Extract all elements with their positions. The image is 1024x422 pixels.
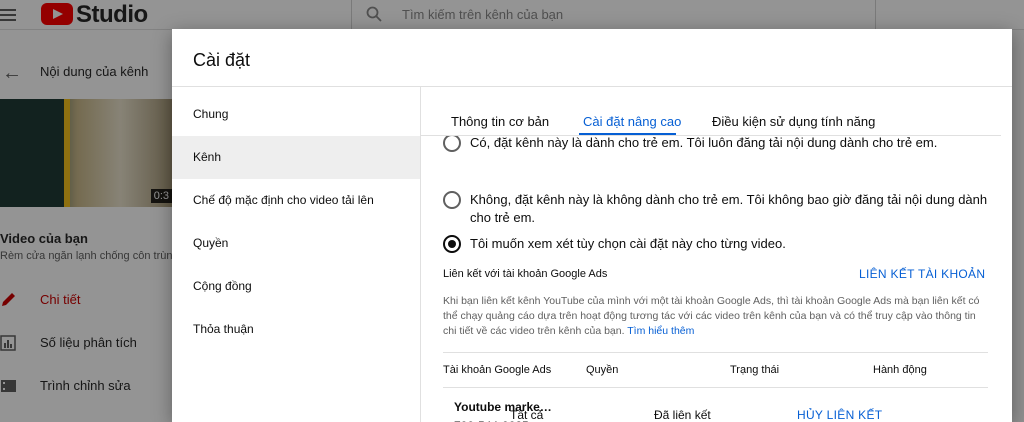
settings-dialog: Cài đặt Chung Kênh Chế độ mặc định cho v… — [172, 29, 1012, 422]
menu-item-community[interactable]: Cộng đồng — [172, 265, 420, 308]
menu-item-label: Kênh — [193, 150, 222, 164]
divider — [443, 352, 988, 353]
table-cell-status: Đã liên kết — [654, 408, 711, 422]
radio-label: Tôi muốn xem xét tùy chọn cài đặt này ch… — [470, 236, 786, 251]
table-header-permission: Quyền — [586, 364, 619, 376]
table-header-action: Hành động — [873, 364, 927, 376]
google-ads-section-title: Liên kết với tài khoản Google Ads — [443, 268, 608, 280]
menu-item-label: Chung — [193, 107, 229, 121]
tab-advanced-settings[interactable]: Cài đặt nâng cao — [583, 114, 681, 129]
table-header-status: Trạng thái — [730, 364, 780, 376]
menu-item-agreements[interactable]: Thỏa thuận — [172, 308, 420, 351]
learn-more-link[interactable]: Tìm hiểu thêm — [627, 325, 694, 337]
menu-item-upload-defaults[interactable]: Chế độ mặc định cho video tải lên — [172, 179, 420, 222]
dialog-title: Cài đặt — [193, 50, 251, 70]
table-header-account: Tài khoản Google Ads — [443, 364, 552, 376]
menu-item-label: Thỏa thuận — [193, 322, 254, 336]
radio-label: Không, đặt kênh này là không dành cho tr… — [470, 192, 988, 225]
menu-item-permissions[interactable]: Quyền — [172, 222, 420, 265]
tab-basic-info[interactable]: Thông tin cơ bản — [451, 114, 549, 129]
google-ads-description: Khi bạn liên kết kênh YouTube của mình v… — [443, 294, 988, 339]
table-cell-permission: Tất cả — [510, 408, 544, 422]
menu-item-label: Quyền — [193, 236, 229, 250]
settings-menu: Chung Kênh Chế độ mặc định cho video tải… — [172, 87, 421, 422]
tab-feature-eligibility[interactable]: Điều kiện sử dụng tính năng — [712, 114, 875, 129]
link-account-button[interactable]: LIÊN KẾT TÀI KHOẢN — [859, 267, 985, 281]
unlink-button[interactable]: HỦY LIÊN KẾT — [797, 408, 882, 422]
settings-tabs: Thông tin cơ bản Cài đặt nâng cao Điều k… — [421, 87, 1012, 135]
description-text: Khi bạn liên kết kênh YouTube của mình v… — [443, 295, 980, 337]
radio-button[interactable] — [443, 235, 461, 253]
menu-item-general[interactable]: Chung — [172, 93, 420, 136]
radio-label: Có, đặt kênh này là dành cho trẻ em. Tôi… — [470, 136, 938, 150]
menu-item-label: Chế độ mặc định cho video tải lên — [193, 193, 374, 207]
divider — [443, 387, 988, 388]
radio-button[interactable] — [443, 191, 461, 209]
menu-item-channel[interactable]: Kênh — [172, 136, 420, 179]
settings-content: Có, đặt kênh này là dành cho trẻ em. Tôi… — [421, 136, 1012, 422]
divider — [421, 135, 1001, 136]
menu-item-label: Cộng đồng — [193, 279, 252, 293]
radio-button[interactable] — [443, 136, 461, 152]
